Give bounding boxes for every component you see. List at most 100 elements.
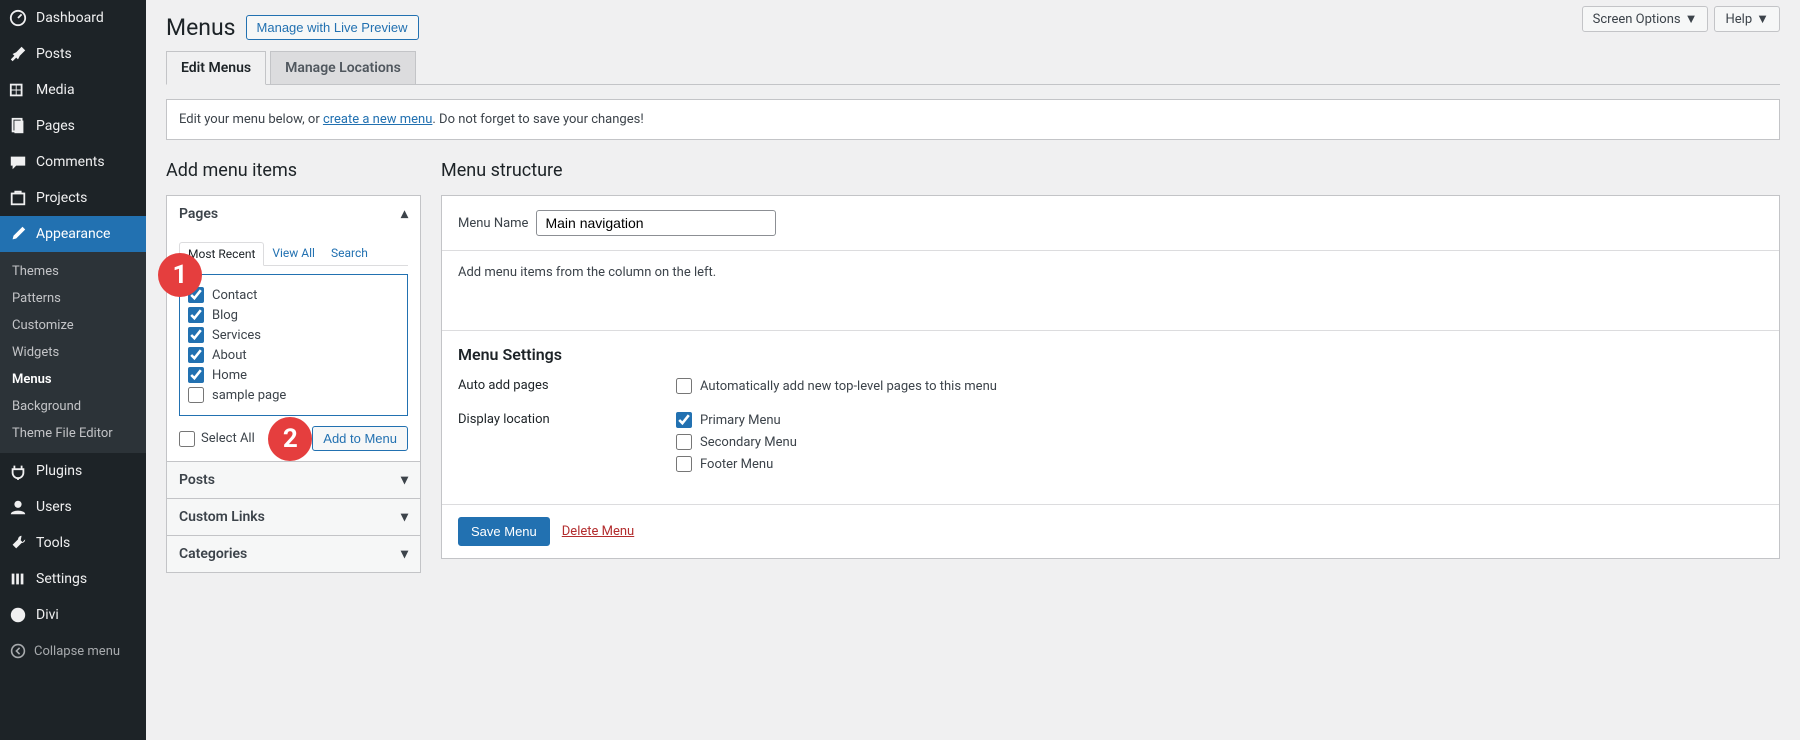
- chevron-up-icon: ▴: [401, 206, 408, 222]
- settings-icon: [8, 569, 28, 589]
- select-all-checkbox[interactable]: Select All: [179, 431, 255, 447]
- pages-icon: [8, 116, 28, 136]
- page-title: Menus: [166, 14, 236, 41]
- sub-item-customize[interactable]: Customize: [0, 312, 146, 339]
- collapse-icon: [8, 641, 28, 661]
- chevron-down-icon: ▾: [401, 546, 408, 562]
- tab-edit-menus[interactable]: Edit Menus: [166, 51, 266, 85]
- sidebar-item-settings[interactable]: Settings: [0, 561, 146, 597]
- chevron-down-icon: ▼: [1756, 11, 1769, 27]
- accordion-custom-links: Custom Links ▾: [167, 498, 420, 535]
- projects-icon: [8, 188, 28, 208]
- delete-menu-link[interactable]: Delete Menu: [562, 524, 634, 539]
- pages-sub-tabs: Most Recent View All Search: [179, 242, 408, 266]
- sidebar-item-media[interactable]: Media: [0, 72, 146, 108]
- accordion-head-categories[interactable]: Categories ▾: [167, 536, 420, 572]
- sub-item-themes[interactable]: Themes: [0, 258, 146, 285]
- sidebar-label: Settings: [36, 571, 87, 587]
- menu-settings-title: Menu Settings: [458, 345, 1763, 364]
- collapse-menu[interactable]: Collapse menu: [0, 633, 146, 669]
- sub-item-widgets[interactable]: Widgets: [0, 339, 146, 366]
- nav-tabs: Edit Menus Manage Locations: [166, 51, 1780, 85]
- sub-tab-view-all[interactable]: View All: [264, 242, 323, 265]
- accordion-head-custom-links[interactable]: Custom Links ▾: [167, 499, 420, 535]
- menu-structure-title: Menu structure: [441, 160, 1780, 181]
- chevron-down-icon: ▼: [1685, 11, 1698, 27]
- plugin-icon: [8, 461, 28, 481]
- sidebar-label: Appearance: [36, 226, 110, 242]
- brush-icon: [8, 224, 28, 244]
- sidebar-label: Projects: [36, 190, 87, 206]
- auto-add-checkbox[interactable]: Automatically add new top-level pages to…: [676, 378, 997, 394]
- sidebar-item-tools[interactable]: Tools: [0, 525, 146, 561]
- user-icon: [8, 497, 28, 517]
- collapse-label: Collapse menu: [34, 644, 120, 659]
- live-preview-button[interactable]: Manage with Live Preview: [246, 15, 419, 40]
- tab-manage-locations[interactable]: Manage Locations: [270, 51, 416, 84]
- sub-tab-search[interactable]: Search: [323, 242, 376, 265]
- media-icon: [8, 80, 28, 100]
- sub-item-background[interactable]: Background: [0, 393, 146, 420]
- admin-sidebar: Dashboard Posts Media Pages Comments Pro…: [0, 0, 146, 740]
- sub-item-patterns[interactable]: Patterns: [0, 285, 146, 312]
- page-checkbox-services[interactable]: Services: [188, 327, 399, 343]
- sub-item-theme-file-editor[interactable]: Theme File Editor: [0, 420, 146, 447]
- sidebar-label: Media: [36, 82, 75, 98]
- sidebar-label: Pages: [36, 118, 75, 134]
- auto-add-label: Auto add pages: [458, 378, 676, 400]
- appearance-submenu: Themes Patterns Customize Widgets Menus …: [0, 252, 146, 453]
- empty-menu-msg: Add menu items from the column on the le…: [458, 265, 716, 280]
- dashboard-icon: [8, 8, 28, 28]
- annotation-marker-2: 2: [268, 417, 312, 461]
- sidebar-item-comments[interactable]: Comments: [0, 144, 146, 180]
- pages-checkbox-list: 1 Contact Blog Services About Home sampl…: [179, 274, 408, 416]
- chevron-down-icon: ▾: [401, 509, 408, 525]
- page-checkbox-blog[interactable]: Blog: [188, 307, 399, 323]
- sub-item-menus[interactable]: Menus: [0, 366, 146, 393]
- sidebar-item-pages[interactable]: Pages: [0, 108, 146, 144]
- sidebar-label: Posts: [36, 46, 72, 62]
- tools-icon: [8, 533, 28, 553]
- sidebar-item-dashboard[interactable]: Dashboard: [0, 0, 146, 36]
- add-items-title: Add menu items: [166, 160, 421, 181]
- accordion-head-pages[interactable]: Pages ▴: [167, 196, 420, 232]
- sidebar-item-projects[interactable]: Projects: [0, 180, 146, 216]
- sidebar-item-posts[interactable]: Posts: [0, 36, 146, 72]
- menu-name-input[interactable]: [536, 210, 776, 236]
- page-checkbox-about[interactable]: About: [188, 347, 399, 363]
- menu-name-label: Menu Name: [458, 216, 528, 231]
- accordion-pages: Pages ▴ Most Recent View All Search 1: [167, 196, 420, 461]
- sidebar-label: Tools: [36, 535, 70, 551]
- menu-structure-panel: Menu Name Add menu items from the column…: [441, 195, 1780, 559]
- sidebar-item-plugins[interactable]: Plugins: [0, 453, 146, 489]
- location-footer-checkbox[interactable]: Footer Menu: [676, 456, 797, 472]
- divi-icon: [8, 605, 28, 625]
- sidebar-label: Comments: [36, 154, 105, 170]
- add-to-menu-button[interactable]: Add to Menu: [312, 426, 408, 451]
- chevron-down-icon: ▾: [401, 472, 408, 488]
- sidebar-item-users[interactable]: Users: [0, 489, 146, 525]
- comments-icon: [8, 152, 28, 172]
- pin-icon: [8, 44, 28, 64]
- sidebar-item-appearance[interactable]: Appearance: [0, 216, 146, 252]
- sidebar-item-divi[interactable]: Divi: [0, 597, 146, 633]
- sidebar-label: Users: [36, 499, 72, 515]
- annotation-marker-1: 1: [158, 253, 202, 297]
- sidebar-label: Dashboard: [36, 10, 104, 26]
- sidebar-label: Plugins: [36, 463, 82, 479]
- create-menu-link[interactable]: create a new menu: [323, 112, 432, 127]
- add-items-accordion: Pages ▴ Most Recent View All Search 1: [166, 195, 421, 573]
- accordion-posts: Posts ▾: [167, 461, 420, 498]
- accordion-categories: Categories ▾: [167, 535, 420, 572]
- sidebar-label: Divi: [36, 607, 59, 623]
- save-menu-button[interactable]: Save Menu: [458, 517, 550, 546]
- page-checkbox-sample[interactable]: sample page: [188, 387, 399, 403]
- page-checkbox-home[interactable]: Home: [188, 367, 399, 383]
- help-button[interactable]: Help ▼: [1714, 6, 1780, 32]
- accordion-head-posts[interactable]: Posts ▾: [167, 462, 420, 498]
- notice: Edit your menu below, or create a new me…: [166, 99, 1780, 140]
- screen-options-button[interactable]: Screen Options ▼: [1582, 6, 1709, 32]
- page-checkbox-contact[interactable]: Contact: [188, 287, 399, 303]
- location-secondary-checkbox[interactable]: Secondary Menu: [676, 434, 797, 450]
- location-primary-checkbox[interactable]: Primary Menu: [676, 412, 797, 428]
